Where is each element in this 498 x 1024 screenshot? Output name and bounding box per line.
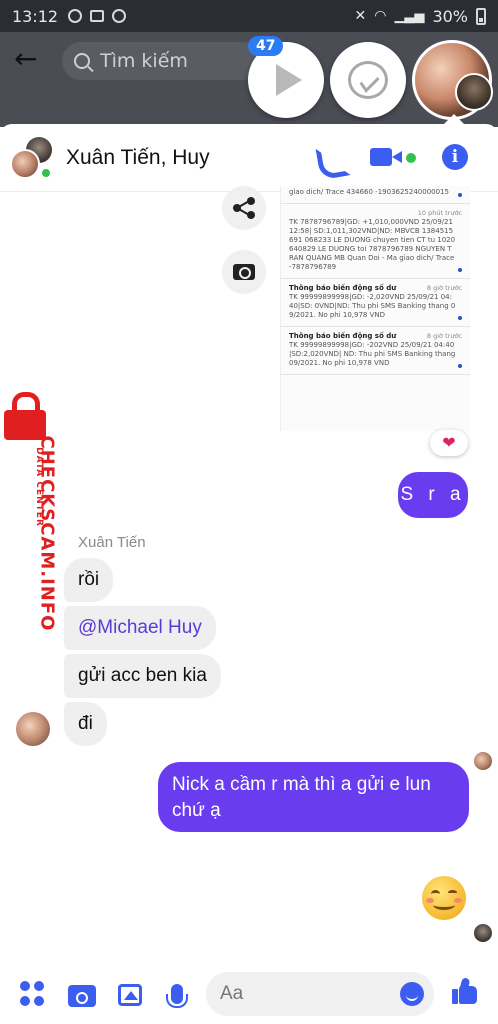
sender-name: Xuân Tiến — [78, 534, 146, 551]
video-icon[interactable] — [370, 146, 416, 168]
unread-dot — [458, 268, 462, 272]
group-avatar[interactable] — [10, 136, 52, 179]
gallery-notification-icon — [90, 10, 105, 22]
online-indicator — [40, 166, 52, 179]
status-indicators — [68, 9, 127, 23]
status-right: ✕ ◠ ▁▃▅ 30% — [354, 7, 486, 26]
message-outgoing[interactable]: Nick a cầm r mà thì a gửi e lun chứ ạ — [158, 762, 469, 832]
save-image-button[interactable] — [222, 250, 266, 294]
camera-icon[interactable] — [68, 984, 96, 1007]
messenger-icon — [348, 61, 388, 99]
phone-icon[interactable] — [316, 144, 340, 170]
unread-dot — [458, 193, 462, 197]
messenger-notification-icon — [112, 9, 127, 23]
battery-level: 30% — [432, 6, 468, 26]
chat-header: Xuân Tiến, Huy i — [0, 124, 498, 192]
apps-icon[interactable] — [20, 981, 46, 1007]
header-actions: i — [316, 144, 468, 170]
background-search[interactable]: Tìm kiếm — [62, 42, 262, 80]
notification-time: 8 giờ trước — [426, 284, 462, 292]
notification-time: 10 phút trước — [417, 209, 462, 217]
notification-text: TK 99999899998|GD: -2,020VND 25/09/21 04… — [289, 293, 456, 319]
mute-icon: ✕ — [354, 8, 367, 24]
message-outgoing[interactable]: S r a — [398, 472, 468, 518]
notification-item: Thông báo biến động số dư 8 giờ trước TK… — [281, 327, 470, 375]
emoji-icon[interactable] — [400, 982, 424, 1006]
battery-icon — [476, 7, 486, 25]
watermark: DATA CENTER CHECKSCAM.INFO — [0, 392, 58, 650]
arrow-left-icon[interactable]: ← — [14, 44, 44, 74]
composer-bar — [0, 964, 498, 1024]
unread-dot — [458, 316, 462, 320]
unread-badge: 47 — [248, 36, 284, 56]
smiley-emoji-icon[interactable] — [422, 876, 466, 920]
search-icon — [74, 53, 90, 69]
image-icon[interactable] — [118, 984, 142, 1006]
group-chathead-avatar[interactable] — [412, 40, 493, 120]
chathead-pointer — [444, 114, 464, 124]
status-time: 13:12 — [12, 6, 59, 26]
thumbs-up-icon[interactable] — [452, 977, 480, 1006]
notification-text: TK 99999899998|GD: -202VND 25/09/21 04:4… — [289, 341, 456, 367]
message-incoming-mention[interactable]: @Michael Huy — [64, 606, 216, 650]
message-incoming[interactable]: đi — [64, 702, 107, 746]
avatar — [455, 73, 493, 111]
unread-dot — [458, 364, 462, 368]
notification-item: 10 phút trước TK 7878796789|GD: +1,010,0… — [281, 204, 470, 279]
heart-reaction[interactable]: ❤ — [430, 430, 468, 456]
info-icon[interactable]: i — [442, 144, 468, 170]
shared-image[interactable]: giao dich/ Trace 434660 -190362524000001… — [280, 186, 470, 431]
message-input-container — [206, 972, 434, 1016]
search-placeholder: Tìm kiếm — [100, 50, 188, 72]
notification-item: Thông báo biến động số dư 8 giờ trước TK… — [281, 279, 470, 327]
avatar — [10, 148, 40, 179]
play-icon — [276, 64, 302, 96]
message-incoming[interactable]: rồi — [64, 558, 114, 602]
seen-avatar — [474, 752, 492, 770]
message-incoming[interactable]: gửi acc ben kia — [64, 654, 221, 698]
avatar[interactable] — [16, 712, 50, 746]
status-bar: 13:12 ✕ ◠ ▁▃▅ 30% — [0, 0, 498, 32]
chat-window: Xuân Tiến, Huy i giao dich/ Trace 434660… — [0, 124, 498, 1024]
share-button[interactable] — [222, 186, 266, 230]
notification-icon — [68, 9, 83, 23]
watermark-title: CHECKSCAM.INFO — [36, 435, 58, 632]
messenger-chathead[interactable] — [330, 42, 406, 118]
notification-text: TK 7878796789|GD: +1,010,000VND 25/09/21… — [289, 218, 456, 271]
mic-icon[interactable] — [166, 984, 188, 1008]
signal-icon: ▁▃▅ — [394, 8, 425, 24]
notification-text: giao dich/ Trace 434660 -190362524000001… — [289, 188, 449, 196]
wifi-icon: ◠ — [374, 8, 387, 24]
message-input[interactable] — [220, 983, 390, 1005]
share-icon — [233, 197, 255, 219]
notification-item: giao dich/ Trace 434660 -190362524000001… — [281, 186, 470, 204]
chat-title[interactable]: Xuân Tiến, Huy — [66, 146, 210, 170]
notification-time: 8 giờ trước — [426, 332, 462, 340]
camera-icon — [233, 264, 255, 280]
seen-avatar — [474, 924, 492, 942]
